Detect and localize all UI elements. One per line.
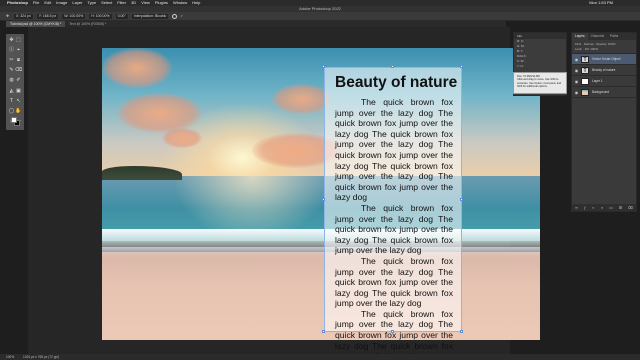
layer-name[interactable]: Vector Smart Object	[592, 57, 621, 61]
foreground-color-swatch[interactable]	[11, 117, 17, 123]
body-paragraph[interactable]: The quick brown fox jump over the lazy d…	[335, 203, 453, 256]
history-brush-tool-icon[interactable]: ✐	[15, 77, 22, 83]
transform-handle-tr[interactable]	[460, 65, 463, 68]
visibility-eye-icon[interactable]: ◉	[574, 79, 579, 84]
layer-thumbnail	[581, 77, 589, 85]
shape-tool-icon[interactable]: ◯	[8, 108, 15, 114]
kind-filter[interactable]: Kind	[575, 42, 581, 46]
cancel-transform-icon[interactable]	[172, 13, 178, 19]
layer-row[interactable]: ◉ Layer 1	[572, 76, 636, 87]
type-tool-icon[interactable]: T	[8, 98, 15, 104]
transform-handle-mr[interactable]	[460, 198, 463, 201]
y-position-field[interactable]: Y: 166.5 px	[36, 13, 59, 19]
transform-handle-tc[interactable]	[391, 65, 394, 68]
width-field[interactable]: W: 100.00%	[62, 13, 86, 19]
body-paragraph[interactable]: The quick brown fox jump over the lazy d…	[335, 309, 453, 360]
layer-row[interactable]: ◉ T Beauty of nature	[572, 65, 636, 76]
tools-panel: ✥ ⬚ ⓛ ⌖ ✂ ⧈ ✎ ⌫ ◍ ✐ ◭ ▣ T ↖ ◯ ✋ ⌕ ⋯	[6, 34, 24, 130]
lock-controls[interactable]: Lock:	[575, 47, 582, 51]
layer-thumbnail: T	[581, 66, 589, 74]
palm-island	[102, 166, 182, 180]
move-tool-icon[interactable]: ✥	[6, 14, 9, 18]
path-select-tool-icon[interactable]: ↖	[15, 98, 22, 104]
options-bar: ✥ X: 324 px Y: 166.5 px W: 100.00% H: 10…	[0, 12, 640, 21]
document-size: 1024 px x 768 px (72 ppi)	[23, 355, 60, 359]
link-icon[interactable]: ∞	[575, 205, 578, 210]
layer-row[interactable]: ◉ T Vector Smart Object	[572, 54, 636, 65]
text-frame[interactable]: Beauty of nature The quick brown fox jum…	[324, 67, 462, 360]
layer-thumbnail: T	[581, 55, 589, 63]
hint-text: Click and drag to move. Use Shift to con…	[517, 78, 562, 89]
layer-controls: Kind · Normal · Opacity: 100% Lock: · Fi…	[572, 40, 636, 54]
fx-icon[interactable]: ƒ	[584, 205, 586, 210]
dodge-tool-icon[interactable]: ▣	[15, 88, 22, 94]
cloud	[102, 48, 172, 88]
info-row: Y: H:	[517, 64, 524, 68]
body-paragraph[interactable]: The quick brown fox jump over the lazy d…	[335, 256, 453, 309]
sand	[102, 252, 540, 340]
cloud	[272, 84, 332, 114]
new-layer-icon[interactable]: ⊞	[619, 205, 622, 210]
transform-handle-bl[interactable]	[322, 330, 325, 333]
layers-footer: ∞ ƒ ◐ ◑ ▭ ⊞ ⌧	[572, 204, 636, 211]
frame-tool-icon[interactable]: ⧈	[15, 57, 22, 63]
x-position-field[interactable]: X: 324 px	[13, 13, 33, 19]
gradient-tool-icon[interactable]: ◭	[8, 88, 15, 94]
commit-transform-icon[interactable]: ✓	[180, 14, 183, 18]
layer-name[interactable]: Layer 1	[592, 79, 603, 83]
transform-handle-ml[interactable]	[322, 198, 325, 201]
lasso-tool-icon[interactable]: ⓛ	[8, 47, 15, 53]
opacity-field[interactable]: Opacity: 100%	[596, 42, 616, 46]
zoom-level[interactable]: 100%	[6, 355, 14, 359]
layer-name[interactable]: Background	[592, 90, 609, 94]
wave-foam	[102, 229, 540, 259]
transform-handle-tl[interactable]	[322, 65, 325, 68]
visibility-eye-icon[interactable]: ◉	[574, 90, 579, 95]
quick-select-tool-icon[interactable]: ⌖	[15, 47, 22, 53]
info-hint: Doc: 72.3M/214.8M Click and drag to move…	[513, 72, 567, 94]
transform-handle-br[interactable]	[460, 330, 463, 333]
cloud	[117, 93, 202, 133]
mask-icon[interactable]: ◐	[592, 205, 594, 210]
eraser-tool-icon[interactable]: ⌫	[15, 67, 22, 73]
tab-layers[interactable]: Layers	[572, 33, 588, 40]
cloud	[162, 128, 202, 148]
visibility-eye-icon[interactable]: ◉	[574, 68, 579, 73]
layer-thumbnail	[581, 88, 589, 96]
crop-tool-icon[interactable]: ✂	[8, 57, 15, 63]
fill-field[interactable]: Fill: 100%	[585, 47, 598, 51]
layers-panel: Layers Channels Paths Kind · Normal · Op…	[571, 32, 637, 212]
tab-channels[interactable]: Channels	[588, 33, 607, 40]
status-bar: 100% 1024 px x 768 px (72 ppi)	[0, 354, 640, 360]
layer-name[interactable]: Beauty of nature	[592, 68, 615, 72]
visibility-eye-icon[interactable]: ◉	[574, 57, 579, 62]
adjustment-icon[interactable]: ◑	[601, 205, 603, 210]
group-icon[interactable]: ▭	[609, 205, 613, 210]
height-field[interactable]: H: 100.00%	[89, 13, 112, 19]
angle-field[interactable]: 0.00°	[115, 13, 128, 19]
interpolation-select[interactable]: Interpolation: Bicubic	[131, 13, 169, 19]
transform-handle-bc[interactable]	[391, 330, 394, 333]
hand-tool-icon[interactable]: ✋	[15, 108, 22, 114]
beach-photo[interactable]	[102, 48, 540, 340]
body-paragraph[interactable]: The quick brown fox jump over the lazy d…	[335, 97, 453, 203]
layers-panel-tabs: Layers Channels Paths	[572, 33, 636, 40]
move-tool-icon[interactable]: ✥	[8, 37, 15, 43]
tab-paths[interactable]: Paths	[607, 33, 621, 40]
trash-icon[interactable]: ⌧	[628, 205, 633, 210]
marquee-tool-icon[interactable]: ⬚	[15, 37, 22, 43]
frame-title[interactable]: Beauty of nature	[335, 74, 457, 92]
brush-tool-icon[interactable]: ✎	[8, 67, 15, 73]
stamp-tool-icon[interactable]: ◍	[8, 77, 15, 83]
blend-mode-select[interactable]: Normal	[584, 42, 594, 46]
layer-row[interactable]: ◉ Background	[572, 87, 636, 98]
